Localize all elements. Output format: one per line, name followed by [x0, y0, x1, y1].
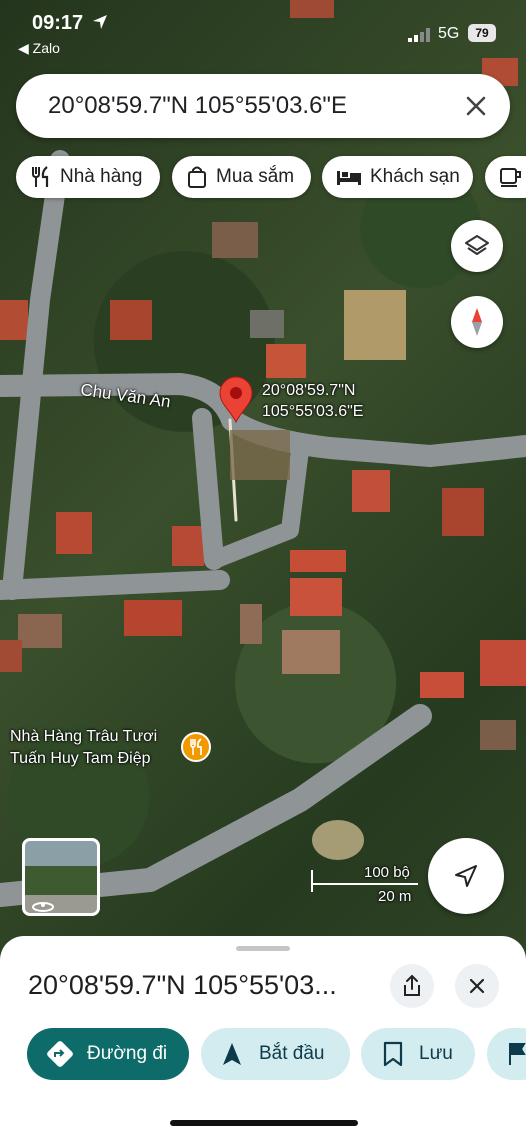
- search-query[interactable]: 20°08'59.7"N 105°55'03.6"E: [48, 92, 347, 120]
- home-indicator: [170, 1120, 358, 1126]
- sheet-drag-handle[interactable]: [236, 946, 290, 951]
- close-icon[interactable]: [458, 88, 494, 124]
- save-button[interactable]: Lưu: [361, 1028, 475, 1080]
- poi-label-line2: Tuấn Huy Tam Điệp: [10, 750, 151, 767]
- layers-icon: [465, 235, 489, 255]
- close-sheet-button[interactable]: [455, 964, 499, 1008]
- search-bar[interactable]: 20°08'59.7"N 105°55'03.6"E: [16, 74, 510, 138]
- pin-coordinates-label: 20°08'59.7"N 105°55'03.6"E: [262, 380, 363, 422]
- compass-button[interactable]: [451, 296, 503, 348]
- compass-icon: [472, 308, 482, 336]
- chip-coffee[interactable]: [485, 156, 526, 198]
- status-bar: 09:17 ◀ Zalo 5G 79: [0, 0, 526, 62]
- signal-icon: [408, 28, 430, 42]
- chip-hotels[interactable]: Khách sạn: [322, 156, 473, 198]
- close-icon: [469, 978, 485, 994]
- my-location-button[interactable]: [428, 838, 504, 914]
- label-button[interactable]: [487, 1028, 526, 1080]
- directions-button[interactable]: Đường đi: [27, 1028, 189, 1080]
- save-label: Lưu: [419, 1043, 453, 1064]
- flag-icon: [509, 1043, 526, 1065]
- shopping-bag-icon: [188, 166, 206, 188]
- layers-button[interactable]: [451, 220, 503, 272]
- battery-indicator: 79: [468, 24, 496, 42]
- status-time: 09:17: [32, 12, 84, 34]
- fork-knife-icon: [32, 166, 49, 187]
- scale-meters: 20 m: [378, 888, 412, 905]
- map-scale: 100 bộ 20 m: [310, 862, 420, 908]
- location-arrow-icon: [93, 15, 107, 29]
- pin-label-line1: 20°08'59.7"N: [262, 382, 356, 399]
- chip-label: Mua sắm: [216, 166, 295, 187]
- place-bottom-sheet[interactable]: 20°08'59.7"N 105°55'03... Đường đi Bắt đ…: [0, 936, 526, 1138]
- street-view-rotate-icon: [32, 902, 54, 912]
- start-button[interactable]: Bắt đầu: [201, 1028, 350, 1080]
- poi-label[interactable]: Nhà Hàng Trâu Tươi Tuấn Huy Tam Điệp: [10, 726, 157, 770]
- directions-label: Đường đi: [87, 1043, 168, 1064]
- scale-feet: 100 bộ: [364, 864, 410, 881]
- place-title: 20°08'59.7"N 105°55'03...: [28, 970, 337, 1000]
- chip-restaurants[interactable]: Nhà hàng: [16, 156, 160, 198]
- share-icon: [404, 974, 420, 996]
- directions-icon: [47, 1041, 73, 1067]
- pin-label-line2: 105°55'03.6"E: [262, 403, 364, 420]
- chip-label: Khách sạn: [370, 166, 460, 187]
- share-button[interactable]: [390, 964, 434, 1008]
- network-type: 5G: [438, 25, 460, 42]
- bookmark-icon: [383, 1041, 403, 1067]
- chip-label: Nhà hàng: [60, 166, 143, 187]
- navigation-arrow-icon: [223, 1043, 241, 1065]
- restaurant-poi-icon[interactable]: [180, 731, 212, 763]
- bed-icon: [337, 171, 361, 185]
- coffee-cup-icon: [500, 168, 521, 187]
- chip-shopping[interactable]: Mua sắm: [172, 156, 311, 198]
- back-to-app-link[interactable]: ◀ Zalo: [18, 40, 60, 57]
- start-label: Bắt đầu: [259, 1043, 325, 1064]
- poi-label-line1: Nhà Hàng Trâu Tươi: [10, 728, 158, 745]
- navigation-arrow-icon: [455, 865, 477, 887]
- street-view-thumbnail[interactable]: [22, 838, 100, 916]
- location-pin-icon[interactable]: [218, 376, 254, 424]
